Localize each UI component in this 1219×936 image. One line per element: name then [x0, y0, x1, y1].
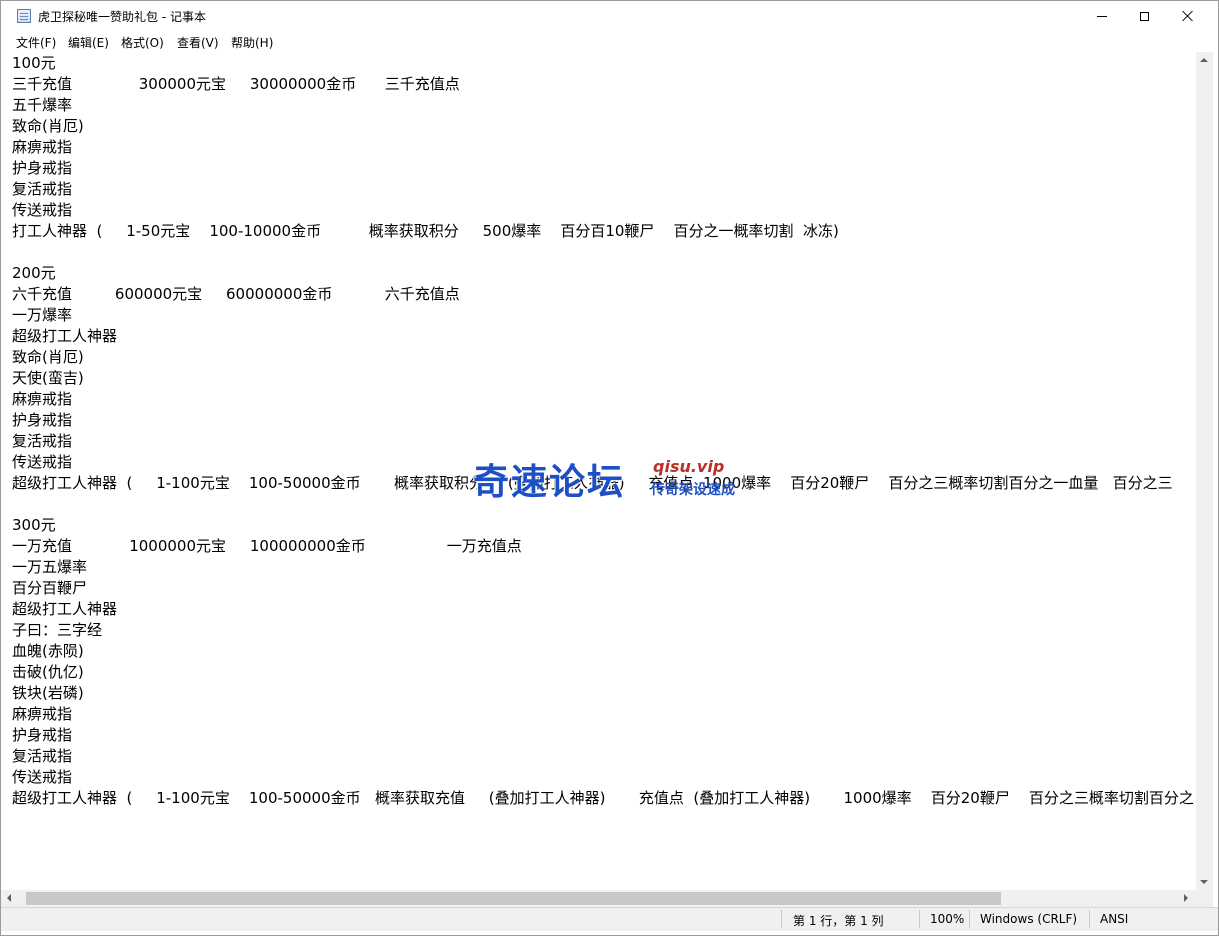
- text-line: 超级打工人神器: [12, 600, 118, 618]
- scroll-left-icon[interactable]: [7, 894, 11, 902]
- text-line: 铁块(岩磷): [12, 684, 84, 702]
- text-line: 致命(肖厄): [12, 117, 84, 135]
- text-line: 传送戒指: [12, 453, 73, 471]
- text-line: 麻痹戒指: [12, 390, 73, 408]
- scrollbar-corner: [1196, 890, 1213, 907]
- maximize-icon: [1139, 11, 1149, 21]
- minimize-button[interactable]: [1079, 1, 1125, 31]
- text-line: 一万五爆率: [12, 558, 88, 576]
- text-line: 一万爆率: [12, 306, 73, 324]
- maximize-button[interactable]: [1121, 1, 1167, 31]
- zoom-level: 100%: [930, 912, 965, 926]
- menu-help[interactable]: 帮助(H): [231, 34, 273, 51]
- notepad-icon: [17, 9, 31, 23]
- text-line: 三千充值 300000元宝 30000000金币 三千充值点: [12, 75, 460, 93]
- vertical-scrollbar[interactable]: [1196, 52, 1213, 890]
- text-line: 100元: [12, 54, 56, 72]
- text-line: 血魄(赤陨): [12, 642, 84, 660]
- menu-format[interactable]: 格式(O): [121, 34, 164, 51]
- text-line: 六千充值 600000元宝 60000000金币 六千充值点: [12, 285, 460, 303]
- status-divider: [919, 910, 920, 928]
- text-line: 麻痹戒指: [12, 705, 73, 723]
- minimize-icon: [1097, 15, 1107, 17]
- scroll-up-icon[interactable]: [1200, 58, 1208, 62]
- text-line: 麻痹戒指: [12, 138, 73, 156]
- text-line: 护身戒指: [12, 159, 73, 177]
- cursor-position: 第 1 行，第 1 列: [793, 914, 884, 928]
- text-line: 护身戒指: [12, 411, 73, 429]
- encoding: ANSI: [1100, 912, 1129, 926]
- menu-view[interactable]: 查看(V): [177, 34, 219, 51]
- window-title: 虎卫探秘唯一赞助礼包 - 记事本: [38, 10, 206, 24]
- text-line: 一万充值 1000000元宝 100000000金币 一万充值点: [12, 537, 522, 555]
- text-line: 击破(仇亿): [12, 663, 84, 681]
- text-line: 打工人神器 ( 1-50元宝 100-10000金币 概率获取积分 500爆率 …: [12, 222, 839, 240]
- line-ending: Windows (CRLF): [980, 912, 1078, 926]
- horizontal-scrollbar[interactable]: [1, 890, 1196, 907]
- text-line: 复活戒指: [12, 432, 73, 450]
- close-button[interactable]: [1165, 1, 1211, 31]
- scroll-down-icon[interactable]: [1200, 880, 1208, 884]
- text-line: 复活戒指: [12, 747, 73, 765]
- text-line: 护身戒指: [12, 726, 73, 744]
- text-line: 致命(肖厄): [12, 348, 84, 366]
- text-line: 300元: [12, 516, 56, 534]
- status-bar: 第 1 行，第 1 列 100% Windows (CRLF) ANSI: [1, 907, 1218, 931]
- menu-bar: 文件(F) 编辑(E) 格式(O) 查看(V) 帮助(H): [1, 31, 1218, 51]
- notepad-window: 虎卫探秘唯一赞助礼包 - 记事本 文件(F) 编辑(E) 格式(O) 查看(V)…: [0, 0, 1219, 936]
- text-editor[interactable]: 100元 三千充值 300000元宝 30000000金币 三千充值点 五千爆率…: [1, 52, 1196, 890]
- text-line: 传送戒指: [12, 768, 73, 786]
- text-line: 复活戒指: [12, 180, 73, 198]
- text-line: 200元: [12, 264, 56, 282]
- text-line: 百分百鞭尸: [12, 579, 88, 597]
- status-divider: [781, 910, 782, 928]
- text-line: 超级打工人神器 ( 1-100元宝 100-50000金币 概率获取充值 (叠加…: [12, 789, 1194, 807]
- close-icon: [1182, 10, 1194, 22]
- text-line: 超级打工人神器: [12, 327, 118, 345]
- text-line: 传送戒指: [12, 201, 73, 219]
- horizontal-scroll-thumb[interactable]: [26, 892, 1001, 905]
- text-line: 子曰：三字经: [12, 621, 103, 639]
- status-divider: [1089, 910, 1090, 928]
- status-divider: [969, 910, 970, 928]
- title-bar[interactable]: 虎卫探秘唯一赞助礼包 - 记事本: [1, 1, 1218, 31]
- text-line: 五千爆率: [12, 96, 73, 114]
- text-line: 超级打工人神器 ( 1-100元宝 100-50000金币 概率获取积分 (叠加…: [12, 474, 1173, 492]
- menu-file[interactable]: 文件(F): [16, 34, 56, 51]
- text-line: 天使(蛮吉): [12, 369, 84, 387]
- menu-edit[interactable]: 编辑(E): [68, 34, 109, 51]
- scroll-right-icon[interactable]: [1184, 894, 1188, 902]
